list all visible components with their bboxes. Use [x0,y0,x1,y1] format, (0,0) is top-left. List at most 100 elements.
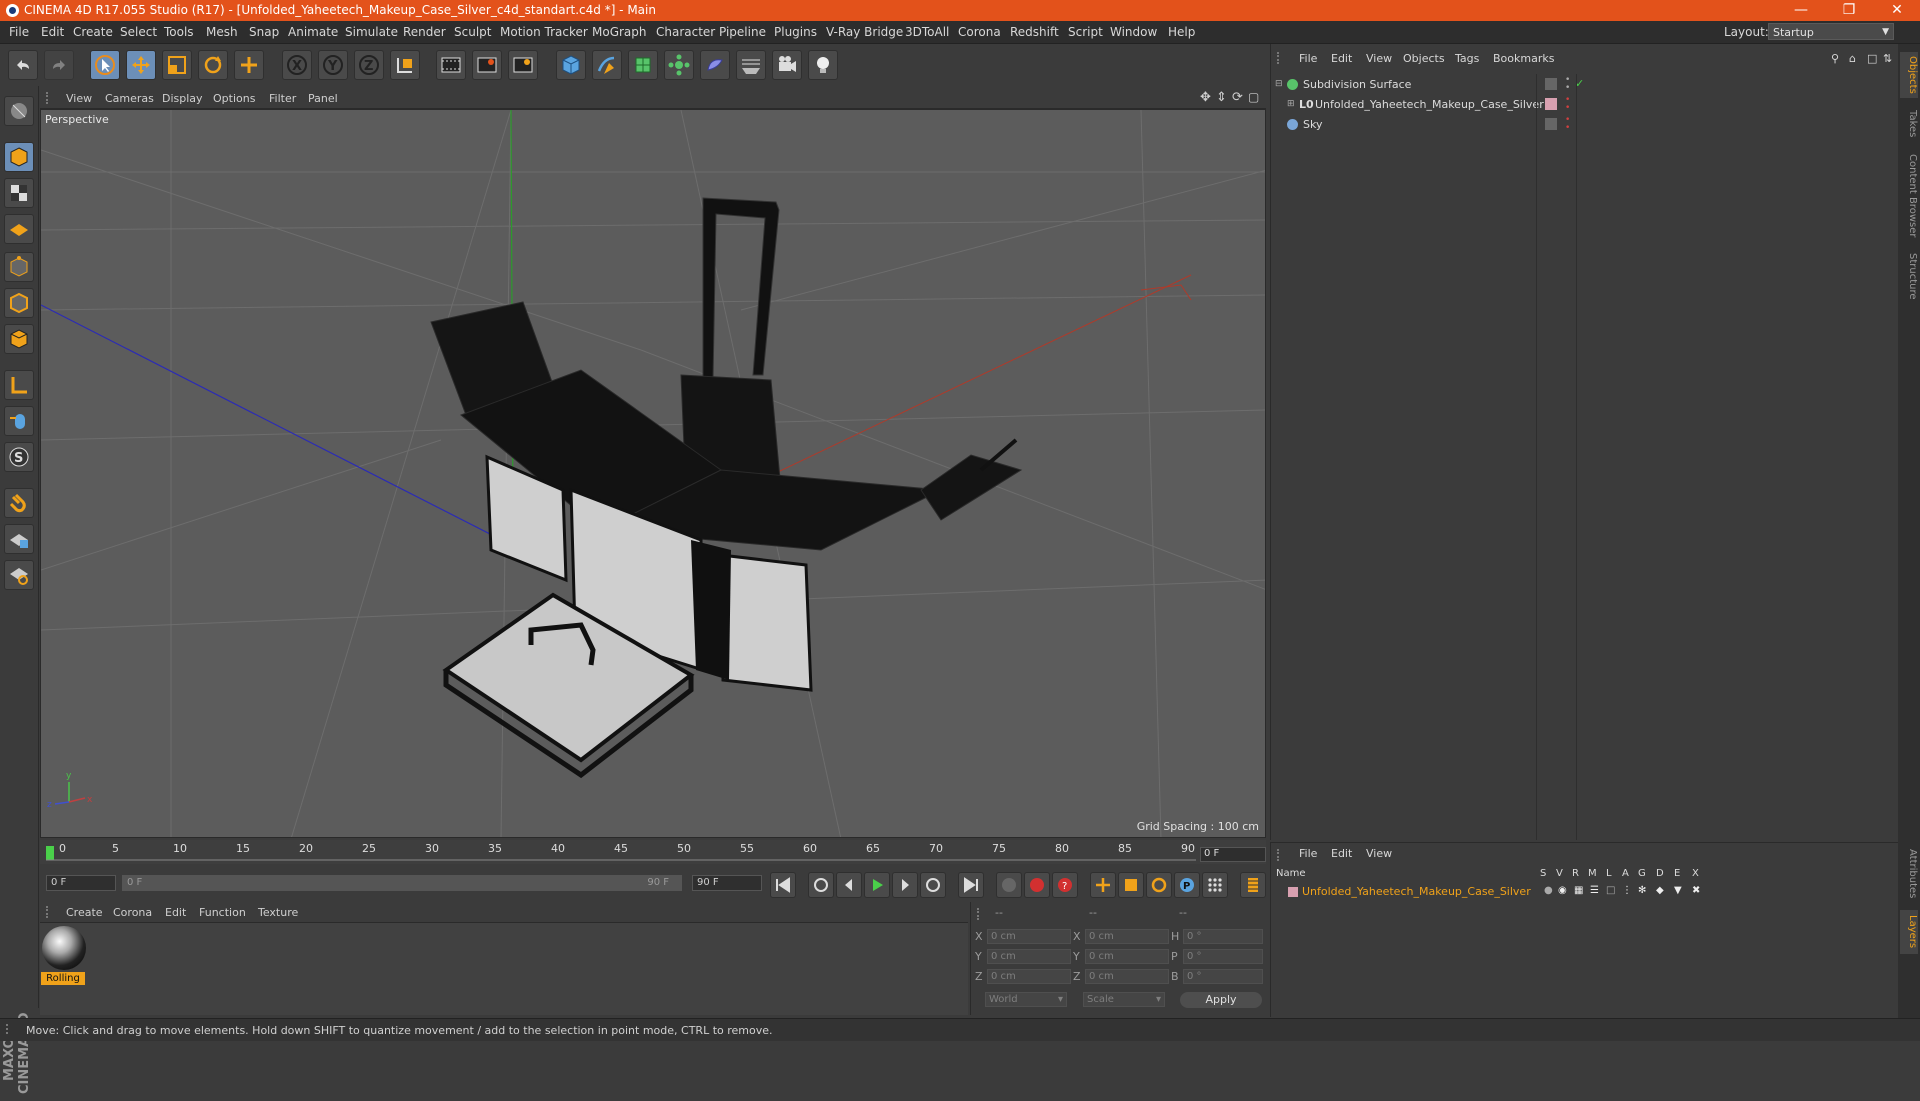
viewport-menu-cameras[interactable]: Cameras [105,92,154,105]
timeline-ruler[interactable]: 0 5 10 15 20 25 30 35 40 45 50 55 60 65 … [40,840,1266,864]
live-selection-button[interactable] [90,50,120,80]
edges-mode-button[interactable] [4,288,34,318]
next-frame-button[interactable] [892,872,918,898]
layer-col-name[interactable]: Name [1276,868,1306,879]
magnet-button[interactable] [4,488,34,518]
material-menu-corona[interactable]: Corona [113,906,152,919]
menu-help[interactable]: Help [1168,25,1195,39]
polygons-mode-button[interactable] [4,324,34,354]
coord-pos-z-field[interactable]: 0 cm [987,969,1071,984]
object-row-sky[interactable]: Sky • • [1275,116,1899,134]
coord-size-y-field[interactable]: 0 cm [1085,949,1169,964]
redo-button[interactable] [44,50,74,80]
menu-mesh[interactable]: Mesh [206,25,238,39]
menu-simulate[interactable]: Simulate [345,25,398,39]
viewport-menu-filter[interactable]: Filter [269,92,296,105]
planar-workplane-button[interactable] [4,560,34,590]
snap-button[interactable]: S [4,442,34,472]
timeline-window-button[interactable] [1240,872,1266,898]
light-button[interactable] [808,50,838,80]
generator-icon[interactable]: ✻ [1638,885,1646,896]
viewport-maximize-icon[interactable]: ▢ [1248,90,1259,104]
maximize-panel-icon[interactable]: ⇅ [1883,52,1892,65]
coord-space-select[interactable]: World ▾ [985,992,1067,1007]
key-parameter-button[interactable]: P [1174,872,1200,898]
close-icon[interactable]: ✕ [1874,0,1920,21]
prev-key-button[interactable] [808,872,834,898]
pen-button[interactable] [592,50,622,80]
minimize-icon[interactable]: — [1778,0,1824,21]
viewport-menu-display[interactable]: Display [162,92,203,105]
menu-window[interactable]: Window [1110,25,1157,39]
layer-col-xref[interactable]: X [1692,868,1699,879]
visibility-dots-icon[interactable]: • • [1565,116,1570,133]
layer-col-locked[interactable]: L [1606,868,1612,879]
viewport-menu-view[interactable]: View [66,92,92,105]
layout-select[interactable]: Startup ▼ [1768,23,1894,40]
menu-script[interactable]: Script [1068,25,1103,39]
coord-pos-x-field[interactable]: 0 cm [987,929,1071,944]
menu-render[interactable]: Render [403,25,446,39]
menu-file[interactable]: File [9,25,29,39]
x-axis-button[interactable]: X [282,50,312,80]
material-menu-edit[interactable]: Edit [165,906,186,919]
tab-objects[interactable]: Objects [1900,52,1918,98]
object-menu-bookmarks[interactable]: Bookmarks [1493,52,1554,65]
render-picture-viewer-button[interactable] [472,50,502,80]
coord-rot-p-field[interactable]: 0 ° [1183,949,1263,964]
viewport-menu-panel[interactable]: Panel [308,92,338,105]
object-row-makeup-case[interactable]: ⊞ L0 Unfolded_Yaheetech_Makeup_Case_Silv… [1275,96,1899,114]
material-menu-create[interactable]: Create [66,906,103,919]
menu-pipeline[interactable]: Pipeline [719,25,766,39]
material-thumbnail[interactable] [42,926,86,970]
viewport-rotate-icon[interactable]: ⟳ [1232,90,1243,105]
menu-character[interactable]: Character [656,25,715,39]
camera-button[interactable] [772,50,802,80]
floor-button[interactable] [736,50,766,80]
layer-row[interactable]: Unfolded_Yaheetech_Makeup_Case_Silver ● … [1274,884,1894,900]
expand-icon[interactable]: ⊞ [1287,99,1295,109]
menu-plugins[interactable]: Plugins [774,25,817,39]
deformer-button[interactable] [700,50,730,80]
frame-range-slider[interactable]: 0 F 90 F [122,875,682,891]
animation-icon[interactable]: ⋮ [1622,885,1632,896]
material-menu-function[interactable]: Function [199,906,246,919]
menu-vray-bridge[interactable]: V-Ray Bridge [826,25,903,39]
points-mode-button[interactable] [4,252,34,282]
move-tool-button[interactable] [126,50,156,80]
rotate-tool-button[interactable] [198,50,228,80]
minimize-panel-icon[interactable]: □ [1867,52,1877,65]
menu-redshift[interactable]: Redshift [1010,25,1059,39]
key-position-button[interactable] [1090,872,1116,898]
layer-col-solo[interactable]: S [1540,868,1546,879]
start-frame-field[interactable]: 0 F [46,875,116,891]
object-menu-view[interactable]: View [1366,52,1392,65]
object-menu-edit[interactable]: Edit [1331,52,1352,65]
material-menu-texture[interactable]: Texture [258,906,298,919]
next-key-button[interactable] [920,872,946,898]
material-name[interactable]: Rolling [41,972,85,985]
end-frame-field[interactable]: 90 F [692,875,762,891]
tab-takes[interactable]: Takes [1900,104,1918,144]
apply-button[interactable]: Apply [1180,992,1262,1008]
xref-icon[interactable]: ✖ [1692,885,1700,896]
menu-motion-tracker[interactable]: Motion Tracker [500,25,588,39]
subdivision-button[interactable] [628,50,658,80]
eye-icon[interactable]: ◉ [1558,885,1567,896]
search-icon[interactable]: ⚲ [1831,52,1839,65]
coord-rot-b-field[interactable]: 0 ° [1183,969,1263,984]
layer-col-view[interactable]: V [1556,868,1563,879]
layer-col-expressions[interactable]: E [1674,868,1680,879]
layer-menu-file[interactable]: File [1299,847,1317,860]
edit-render-settings-button[interactable] [508,50,538,80]
layer-col-deformers[interactable]: D [1656,868,1664,879]
layer-col-render[interactable]: R [1572,868,1579,879]
cube-button[interactable] [556,50,586,80]
tweak-mode-button[interactable] [4,406,34,436]
coord-pos-y-field[interactable]: 0 cm [987,949,1071,964]
lock-icon[interactable]: □ [1606,885,1615,896]
manager-icon[interactable]: ☰ [1590,885,1599,896]
model-mode-button[interactable] [4,142,34,172]
viewport-perspective[interactable]: y x z Perspective Grid Spacing : 100 cm [40,109,1266,838]
layer-col-generators[interactable]: G [1638,868,1646,879]
